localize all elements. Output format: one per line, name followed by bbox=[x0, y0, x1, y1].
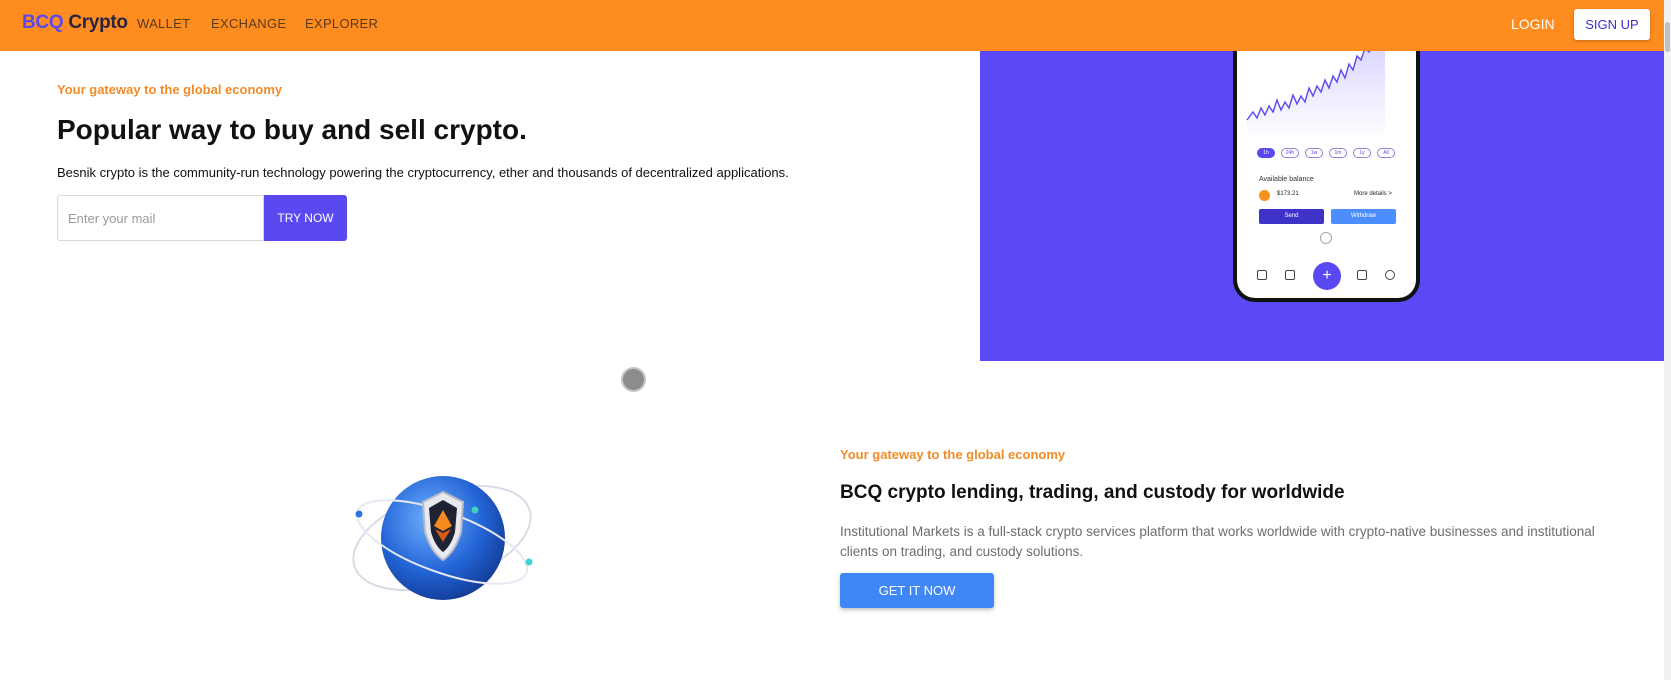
range-1m[interactable]: 1m bbox=[1329, 148, 1347, 158]
hero-eyebrow: Your gateway to the global economy bbox=[57, 82, 283, 97]
page-scrollbar[interactable] bbox=[1664, 0, 1671, 680]
top-navbar: BCQ Crypto WALLET EXCHANGE EXPLORER LOGI… bbox=[0, 0, 1671, 51]
logo-part-1: BCQ bbox=[22, 12, 64, 33]
globe-illustration bbox=[347, 470, 537, 610]
section-description: Institutional Markets is a full-stack cr… bbox=[840, 524, 1595, 559]
try-now-button[interactable]: TRY NOW bbox=[264, 195, 347, 241]
get-it-now-button[interactable]: GET IT NOW bbox=[840, 573, 994, 608]
plus-icon[interactable]: + bbox=[1313, 262, 1341, 290]
section-eyebrow: Your gateway to the global economy bbox=[840, 447, 1066, 462]
home-icon[interactable] bbox=[1257, 270, 1267, 280]
logo-part-2: Crypto bbox=[68, 12, 128, 33]
email-input[interactable] bbox=[57, 195, 264, 241]
globe-icon bbox=[352, 476, 533, 600]
signup-button[interactable]: SIGN UP bbox=[1574, 9, 1650, 40]
cursor-indicator bbox=[621, 367, 646, 392]
chart-icon[interactable] bbox=[1357, 270, 1367, 280]
balance-value: $173.21 bbox=[1277, 191, 1299, 197]
logo[interactable]: BCQ Crypto bbox=[22, 12, 128, 34]
nav-wallet[interactable]: WALLET bbox=[137, 16, 190, 31]
login-link[interactable]: LOGIN bbox=[1511, 16, 1555, 32]
play-icon[interactable] bbox=[1320, 232, 1332, 244]
range-all[interactable]: All bbox=[1377, 148, 1395, 158]
scrollbar-thumb[interactable] bbox=[1665, 22, 1670, 52]
hero-description: Besnik crypto is the community-run techn… bbox=[57, 165, 789, 180]
page: BCQ Crypto WALLET EXCHANGE EXPLORER LOGI… bbox=[0, 0, 1671, 680]
bitcoin-icon bbox=[1259, 190, 1270, 201]
section-title: BCQ crypto lending, trading, and custody… bbox=[840, 482, 1345, 503]
send-button[interactable]: Send bbox=[1259, 209, 1324, 224]
balance-label: Available balance bbox=[1259, 176, 1314, 183]
user-icon[interactable] bbox=[1385, 270, 1395, 280]
bookmark-icon[interactable] bbox=[1285, 270, 1295, 280]
withdraw-button[interactable]: Withdraw bbox=[1331, 209, 1396, 224]
range-selector: 1h 24h 1w 1m 1y All bbox=[1257, 148, 1395, 158]
range-24h[interactable]: 24h bbox=[1281, 148, 1299, 158]
nav-explorer[interactable]: EXPLORER bbox=[305, 16, 378, 31]
range-1h[interactable]: 1h bbox=[1257, 148, 1275, 158]
more-details-link[interactable]: More details > bbox=[1354, 191, 1392, 197]
range-1y[interactable]: 1y bbox=[1353, 148, 1371, 158]
range-1w[interactable]: 1w bbox=[1305, 148, 1323, 158]
nav-exchange[interactable]: EXCHANGE bbox=[211, 16, 286, 31]
hero-title: Popular way to buy and sell crypto. bbox=[57, 114, 527, 145]
